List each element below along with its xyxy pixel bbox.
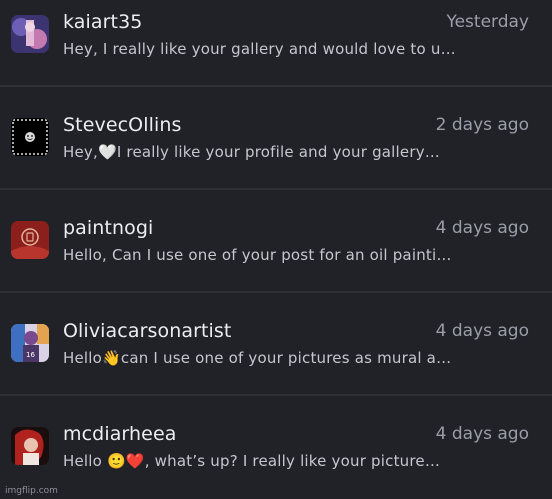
username: StevecOllins [63, 114, 182, 136]
svg-text:16: 16 [26, 351, 35, 359]
username: paintnogi [63, 217, 154, 239]
avatar[interactable] [11, 15, 49, 53]
message-preview: Hello 🙂❤️, what’s up? I really like your… [63, 452, 441, 470]
message-row-paintnogi[interactable]: paintnogi 4 days ago Hello, Can I use on… [0, 191, 552, 293]
message-row-kaiart35[interactable]: kaiart35 Yesterday Hey, I really like yo… [0, 0, 552, 87]
avatar[interactable]: 16 [11, 324, 49, 362]
avatar[interactable] [11, 427, 49, 465]
divider [0, 188, 552, 190]
timestamp: 2 days ago [435, 115, 529, 135]
username: mcdiarheea [63, 423, 177, 445]
message-preview: Hey,🤍I really like your profile and your… [63, 143, 440, 161]
message-preview: Hello👋can I use one of your pictures as … [63, 349, 452, 367]
timestamp: 4 days ago [435, 424, 529, 444]
divider [0, 291, 552, 293]
timestamp: 4 days ago [435, 218, 529, 238]
watermark: imgflip.com [5, 486, 58, 496]
divider [0, 85, 552, 87]
divider [0, 394, 552, 396]
username: kaiart35 [63, 11, 143, 33]
message-preview: Hello, Can I use one of your post for an… [63, 246, 452, 264]
message-preview: Hey, I really like your gallery and woul… [63, 40, 456, 58]
message-row-mcdiarheea[interactable]: mcdiarheea 4 days ago Hello 🙂❤️, what’s … [0, 397, 552, 497]
message-row-stevecollins[interactable]: StevecOllins 2 days ago Hey,🤍I really li… [0, 88, 552, 190]
avatar[interactable] [11, 118, 49, 156]
message-row-oliviacarsonartist[interactable]: 16 Oliviacarsonartist 4 days ago Hello👋c… [0, 294, 552, 396]
timestamp: Yesterday [446, 12, 529, 32]
message-list: kaiart35 Yesterday Hey, I really like yo… [0, 0, 552, 499]
avatar[interactable] [11, 221, 49, 259]
timestamp: 4 days ago [435, 321, 529, 341]
username: Oliviacarsonartist [63, 320, 232, 342]
